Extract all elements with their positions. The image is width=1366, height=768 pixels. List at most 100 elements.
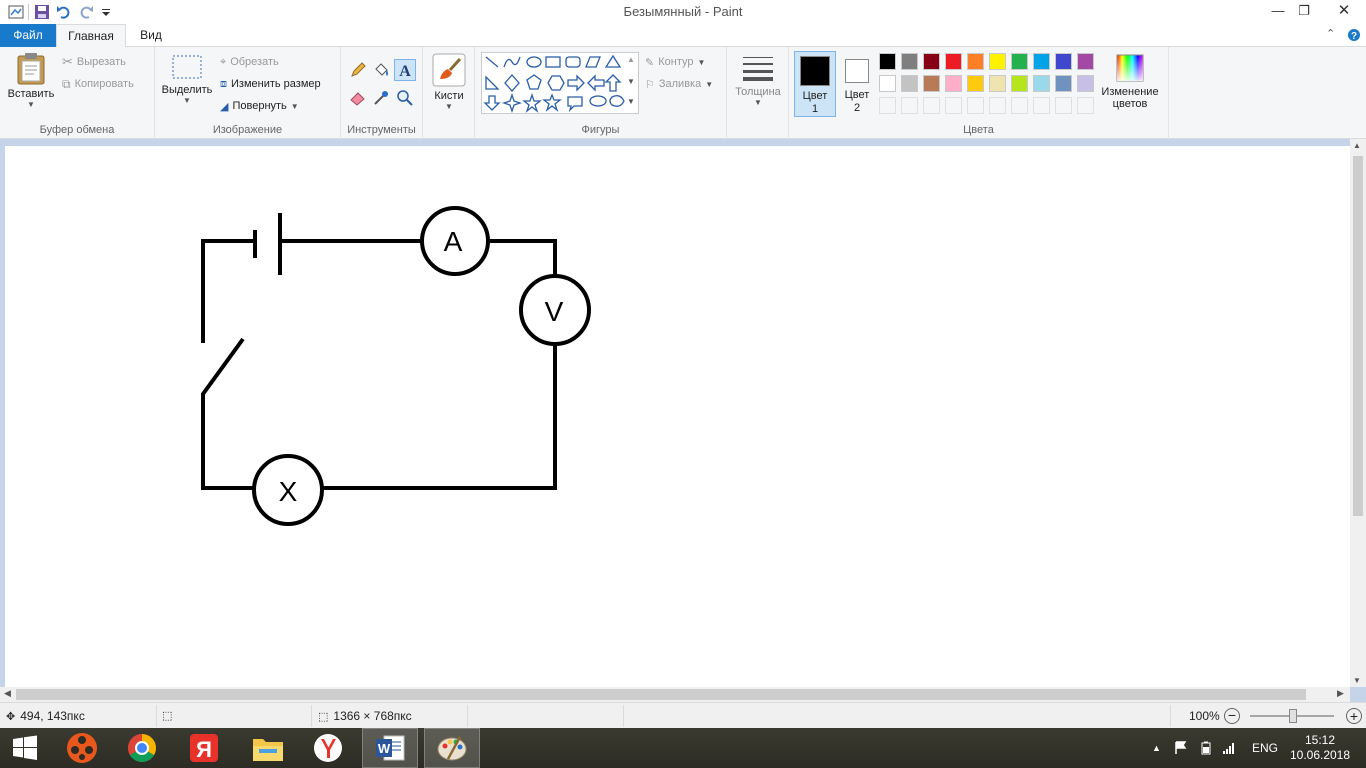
fill-icon[interactable] xyxy=(372,61,390,79)
help-icon[interactable]: ? xyxy=(1347,28,1361,42)
circuit-drawing: A V X xyxy=(201,206,591,526)
svg-text:Я: Я xyxy=(196,737,212,762)
minimize-button[interactable]: — xyxy=(1264,0,1292,22)
fill-button[interactable]: ⚐ Заливка ▼ xyxy=(645,74,713,94)
tray-expand-icon[interactable]: ▲ xyxy=(1152,728,1161,768)
palette-swatch[interactable] xyxy=(901,75,918,92)
battery-icon[interactable] xyxy=(1198,728,1214,768)
paste-button[interactable]: Вставить ▼ xyxy=(4,51,58,119)
palette-swatch-empty[interactable] xyxy=(923,97,940,114)
taskbar-chrome[interactable] xyxy=(114,728,170,768)
zoom-in-button[interactable]: + xyxy=(1346,708,1362,724)
horizontal-scrollbar[interactable]: ◀ ▶ xyxy=(0,687,1350,702)
size-group: Толщина ▼ xyxy=(727,47,789,139)
size-button[interactable]: Толщина ▼ xyxy=(733,53,783,119)
taskbar-media-player[interactable] xyxy=(54,728,110,768)
palette-swatch-empty[interactable] xyxy=(989,97,1006,114)
palette-swatch[interactable] xyxy=(1077,75,1094,92)
palette-swatch[interactable] xyxy=(923,53,940,70)
shapes-icons[interactable] xyxy=(482,53,638,114)
svg-text:?: ? xyxy=(1351,31,1357,42)
vertical-scroll-thumb[interactable] xyxy=(1353,156,1363,516)
text-tool-button[interactable]: A xyxy=(394,59,416,81)
color-wheel-icon xyxy=(1116,54,1144,82)
rotate-label: Повернуть xyxy=(232,100,287,112)
select-button[interactable]: Выделить ▼ xyxy=(159,53,215,119)
color-picker-icon[interactable] xyxy=(372,89,390,107)
drawing-canvas[interactable]: A V X xyxy=(5,146,1350,687)
outline-button[interactable]: ✎ Контур ▼ xyxy=(645,52,705,72)
palette-swatch[interactable] xyxy=(967,75,984,92)
palette-swatch[interactable] xyxy=(1011,75,1028,92)
palette-swatch-empty[interactable] xyxy=(879,97,896,114)
palette-swatch[interactable] xyxy=(923,75,940,92)
scroll-down-icon[interactable]: ▼ xyxy=(1353,676,1361,685)
language-indicator[interactable]: ENG xyxy=(1252,728,1278,768)
palette-swatch[interactable] xyxy=(989,53,1006,70)
palette-swatch[interactable] xyxy=(1011,53,1028,70)
vertical-scrollbar[interactable]: ▲ ▼ xyxy=(1350,139,1366,687)
gallery-up-icon[interactable]: ▲ xyxy=(627,55,635,64)
tab-home[interactable]: Главная xyxy=(56,24,126,48)
palette-swatch[interactable] xyxy=(1033,53,1050,70)
palette-swatch[interactable] xyxy=(901,53,918,70)
taskbar-yandex-browser[interactable] xyxy=(300,728,356,768)
scroll-left-icon[interactable]: ◀ xyxy=(4,688,11,699)
palette-swatch[interactable] xyxy=(879,75,896,92)
palette-swatch[interactable] xyxy=(1055,75,1072,92)
palette-swatch[interactable] xyxy=(879,53,896,70)
palette-swatch-empty[interactable] xyxy=(1055,97,1072,114)
color2-button[interactable]: Цвет 2 xyxy=(840,51,874,117)
palette-swatch-empty[interactable] xyxy=(1011,97,1028,114)
palette-swatch[interactable] xyxy=(1077,53,1094,70)
crop-button[interactable]: ⌖ Обрезать xyxy=(220,52,279,72)
magnifier-icon[interactable] xyxy=(396,89,414,107)
cursor-move-icon: ✥ xyxy=(6,710,16,723)
cut-button[interactable]: ✂ Вырезать xyxy=(62,52,126,72)
taskbar-file-explorer[interactable] xyxy=(240,728,296,768)
palette-swatch-empty[interactable] xyxy=(901,97,918,114)
palette-swatch[interactable] xyxy=(967,53,984,70)
palette-swatch[interactable] xyxy=(945,53,962,70)
close-button[interactable]: ✕ xyxy=(1322,0,1366,22)
wire-ammeter-voltmeter xyxy=(489,239,557,276)
edit-colors-button[interactable]: Изменение цветов xyxy=(1097,53,1163,119)
pencil-icon[interactable] xyxy=(349,61,367,79)
scroll-right-icon[interactable]: ▶ xyxy=(1337,688,1344,699)
image-group: Выделить ▼ ⌖ Обрезать ⧈ Изменить размер … xyxy=(155,47,341,139)
yandex-icon: Я xyxy=(190,734,218,762)
scroll-up-icon[interactable]: ▲ xyxy=(1353,141,1361,150)
zoom-out-button[interactable]: − xyxy=(1224,708,1240,724)
palette-swatch[interactable] xyxy=(1033,75,1050,92)
gallery-more-icon[interactable]: ▼ xyxy=(627,97,635,106)
tab-file[interactable]: Файл xyxy=(0,24,56,47)
color1-button[interactable]: Цвет 1 xyxy=(794,51,836,117)
tab-view[interactable]: Вид xyxy=(130,24,172,48)
brushes-label: Кисти xyxy=(434,90,464,102)
restore-button[interactable]: ❐ xyxy=(1290,0,1318,22)
palette-swatch[interactable] xyxy=(945,75,962,92)
taskbar-word[interactable]: W xyxy=(362,728,418,768)
palette-swatch-empty[interactable] xyxy=(1033,97,1050,114)
clock[interactable]: 15:12 10.06.2018 xyxy=(1288,728,1352,768)
taskbar-yandex[interactable]: Я xyxy=(176,728,232,768)
palette-swatch[interactable] xyxy=(989,75,1006,92)
brushes-button[interactable]: Кисти ▼ xyxy=(427,53,471,119)
eraser-icon[interactable] xyxy=(349,89,367,107)
taskbar-paint[interactable] xyxy=(424,728,480,768)
collapse-ribbon-icon[interactable]: ⌃ xyxy=(1326,27,1335,40)
gallery-down-icon[interactable]: ▼ xyxy=(627,77,635,86)
copy-button[interactable]: ⧉ Копировать xyxy=(62,74,134,94)
resize-button[interactable]: ⧈ Изменить размер xyxy=(220,74,321,94)
palette-swatch-empty[interactable] xyxy=(967,97,984,114)
zoom-slider-thumb[interactable] xyxy=(1289,709,1297,723)
ribbon-tabs: Файл Главная Вид ⌃ ? xyxy=(0,24,1366,48)
rotate-button[interactable]: ◢ Повернуть ▼ xyxy=(220,96,299,116)
horizontal-scroll-thumb[interactable] xyxy=(16,689,1306,700)
palette-swatch[interactable] xyxy=(1055,53,1072,70)
action-center-flag-icon[interactable] xyxy=(1174,728,1188,768)
palette-swatch-empty[interactable] xyxy=(1077,97,1094,114)
signal-icon[interactable] xyxy=(1222,728,1236,768)
palette-swatch-empty[interactable] xyxy=(945,97,962,114)
start-button[interactable] xyxy=(0,728,50,768)
